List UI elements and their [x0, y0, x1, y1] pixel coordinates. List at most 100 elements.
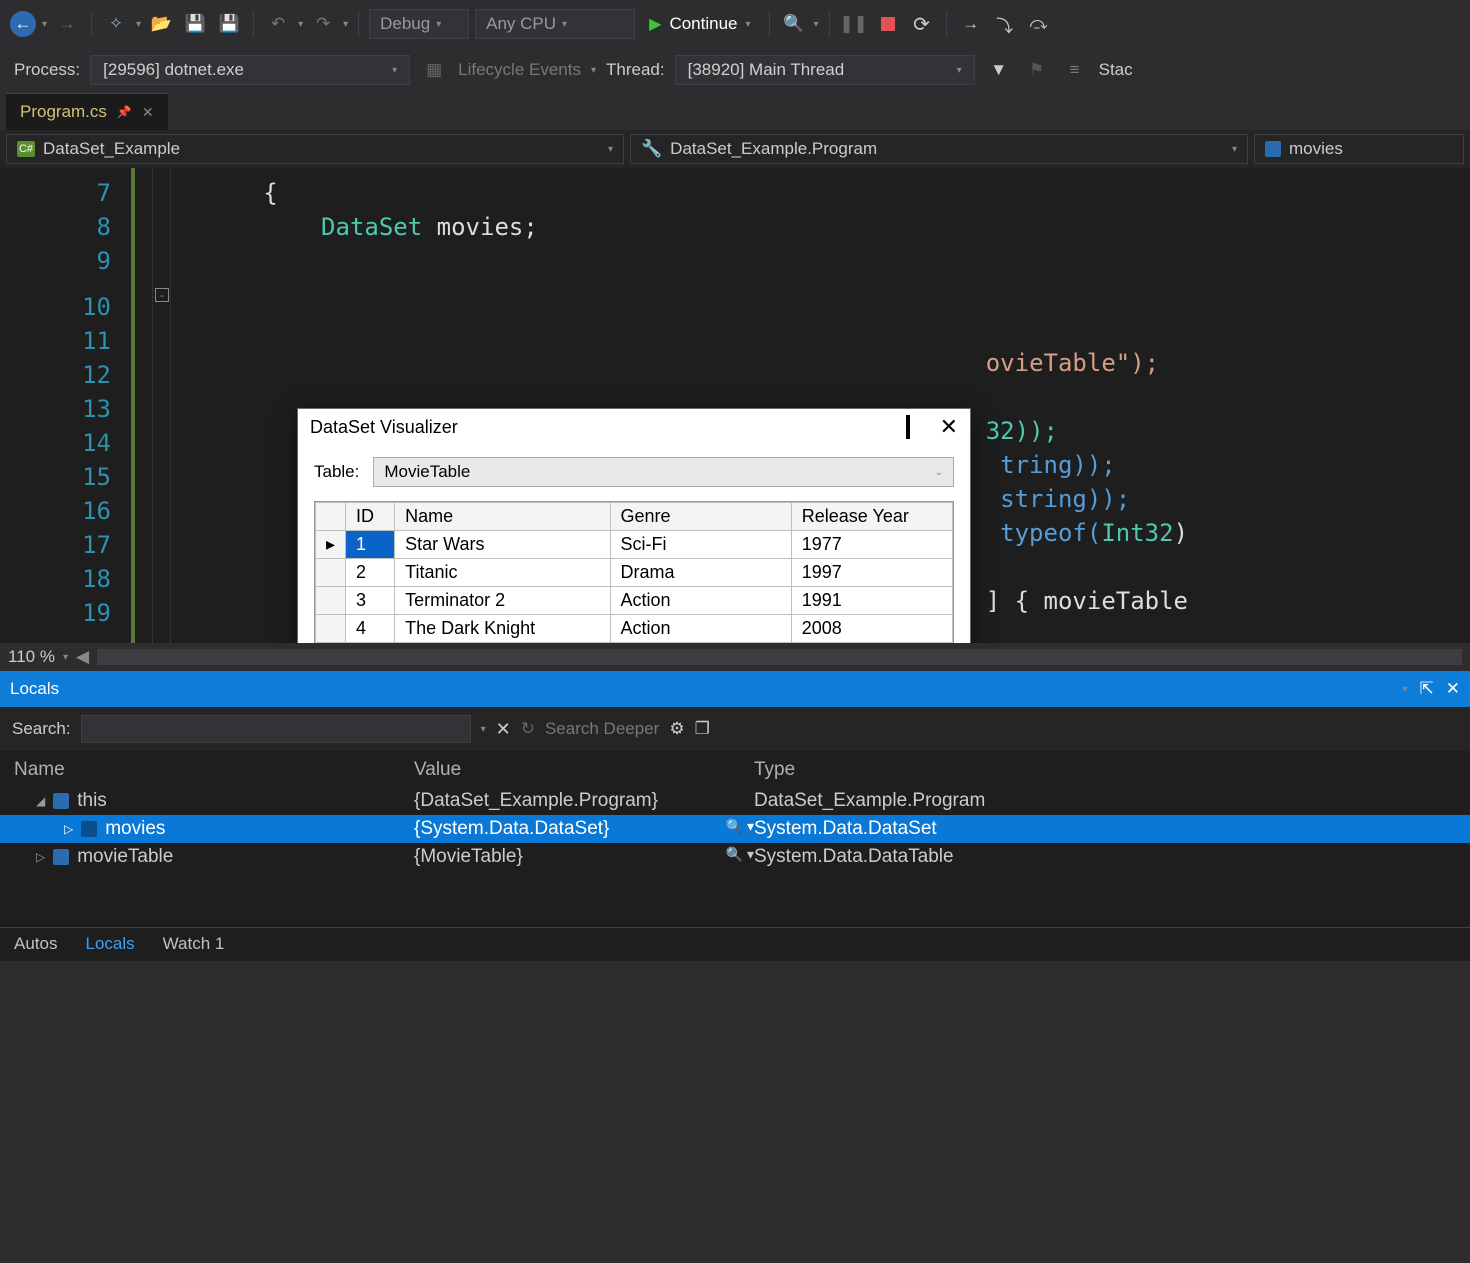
close-icon[interactable]: ✕	[1446, 679, 1460, 699]
file-tab-program[interactable]: Program.cs 📌 ✕	[6, 93, 168, 130]
save-all-icon[interactable]: 💾	[215, 10, 243, 38]
nav-fwd-button[interactable]: →	[53, 10, 81, 38]
expand-icon[interactable]: ▷	[36, 850, 45, 864]
locals-row-this[interactable]: ◢ this {DataSet_Example.Program} DataSet…	[0, 787, 1470, 815]
visualizer-icon[interactable]: 🔍 ▾	[726, 846, 754, 863]
tab-watch1[interactable]: Watch 1	[149, 928, 239, 961]
col-name[interactable]: Name	[14, 759, 414, 781]
find-icon[interactable]: 🔍	[780, 10, 808, 38]
class-dropdown[interactable]: 🔧 DataSet_Example.Program ▾	[630, 134, 1248, 164]
col-type[interactable]: Type	[754, 759, 1456, 781]
locals-search-row: Search: ▾ ✕ ↻ Search Deeper ⚙ ❐	[0, 707, 1470, 751]
chevron-down-icon: ▾	[392, 65, 397, 76]
dropdown-icon[interactable]: ▾	[1402, 684, 1407, 695]
editor-hscroll[interactable]	[97, 649, 1462, 665]
find-dd[interactable]: ▾	[814, 19, 819, 30]
line-gutter: 7 8 9 10 11 12 13 14 15 16 17 18 19	[0, 168, 135, 643]
fold-toggle[interactable]: -	[155, 288, 169, 302]
line-num: 12	[0, 358, 111, 392]
lifecycle-dd[interactable]: ▾	[591, 65, 596, 76]
search-input[interactable]	[81, 715, 471, 743]
table-row[interactable]: ▸ 1 Star Wars Sci-Fi 1977	[316, 531, 953, 559]
fold-margin-2	[153, 168, 171, 643]
copy-icon[interactable]: ❐	[695, 719, 710, 739]
locals-header[interactable]: Locals ▾ ⇱ ✕	[0, 671, 1470, 707]
play-icon: ▶	[649, 14, 661, 34]
table-row[interactable]: 2TitanicDrama1997	[316, 559, 953, 587]
locals-tabs: Autos Locals Watch 1	[0, 927, 1470, 961]
col-header[interactable]: Genre	[610, 503, 791, 531]
namespace-dropdown[interactable]: C# DataSet_Example ▾	[6, 134, 624, 164]
config-dropdown[interactable]: Debug ▾	[369, 9, 469, 39]
close-icon[interactable]: ✕	[142, 104, 154, 121]
fold-margin	[135, 168, 153, 643]
filetab-row: Program.cs 📌 ✕	[0, 92, 1470, 130]
line-num: 14	[0, 426, 111, 460]
separator	[91, 11, 92, 37]
field-icon	[1265, 141, 1281, 157]
pause-icon[interactable]: ❚❚	[840, 10, 868, 38]
search-dd[interactable]: ▾	[481, 724, 486, 735]
table-dropdown[interactable]: MovieTable ⌄	[373, 457, 954, 487]
clear-search-icon[interactable]: ✕	[496, 719, 511, 740]
new-item-dd[interactable]: ▾	[136, 19, 141, 30]
pin-icon[interactable]: ⇱	[1420, 679, 1434, 699]
flag-icon[interactable]: ⚑	[1023, 56, 1051, 84]
redo-dd[interactable]: ▾	[343, 19, 348, 30]
chevron-down-icon: ▾	[608, 144, 613, 155]
process-dropdown[interactable]: [29596] dotnet.exe ▾	[90, 55, 410, 85]
expand-icon[interactable]: ▷	[64, 822, 73, 836]
dataset-visualizer-window: DataSet Visualizer ✕ Table: MovieTable ⌄	[297, 408, 971, 643]
pin-icon[interactable]: 📌	[117, 105, 132, 119]
platform-dropdown[interactable]: Any CPU ▾	[475, 9, 635, 39]
locals-row-movietable[interactable]: ▷ movieTable {MovieTable} 🔍 ▾ System.Dat…	[0, 843, 1470, 871]
zoom-dd[interactable]: ▾	[63, 652, 68, 663]
col-header[interactable]: Name	[395, 503, 610, 531]
table-row[interactable]: 5Shaun of the DeadHorror/Comedy2004	[316, 643, 953, 644]
undo-dd[interactable]: ▾	[298, 19, 303, 30]
scroll-left-icon[interactable]: ◀	[76, 647, 89, 667]
visualizer-icon[interactable]: 🔍 ▾	[726, 818, 754, 835]
continue-label: Continue	[669, 14, 737, 34]
table-row[interactable]: 4The Dark KnightAction2008	[316, 615, 953, 643]
zoom-label[interactable]: 110 %	[8, 647, 55, 667]
restart-icon[interactable]: ⟳	[908, 10, 936, 38]
tab-locals[interactable]: Locals	[71, 928, 148, 961]
data-grid[interactable]: ID Name Genre Release Year ▸ 1 Star Wars…	[314, 501, 954, 643]
step-into-icon[interactable]: ⤵	[991, 10, 1019, 38]
col-value[interactable]: Value	[414, 759, 754, 781]
table-row[interactable]: 3Terminator 2Action1991	[316, 587, 953, 615]
show-next-icon[interactable]: →	[957, 10, 985, 38]
close-button[interactable]: ✕	[940, 420, 958, 434]
tab-autos[interactable]: Autos	[0, 928, 71, 961]
maximize-button[interactable]	[906, 417, 910, 438]
expand-icon[interactable]: ◢	[36, 794, 45, 808]
col-header[interactable]: ID	[346, 503, 395, 531]
line-num: 8	[0, 210, 111, 244]
continue-button[interactable]: ▶ Continue ▾	[641, 9, 758, 39]
filter-icon[interactable]: ▼	[985, 56, 1013, 84]
stop-button[interactable]	[874, 10, 902, 38]
visualizer-titlebar[interactable]: DataSet Visualizer ✕	[298, 409, 970, 445]
chevron-down-icon: ▾	[957, 65, 962, 76]
member-label: movies	[1289, 139, 1343, 159]
nav-back-button[interactable]: ←	[10, 11, 36, 37]
code-navbar: C# DataSet_Example ▾ 🔧 DataSet_Example.P…	[0, 130, 1470, 168]
zoom-bar: 110 % ▾ ◀	[0, 643, 1470, 671]
new-item-icon[interactable]: ✧	[102, 10, 130, 38]
locals-row-movies[interactable]: ▷ movies {System.Data.DataSet} 🔍 ▾ Syste…	[0, 815, 1470, 843]
undo-icon[interactable]: ↶	[264, 10, 292, 38]
save-icon[interactable]: 💾	[181, 10, 209, 38]
nav-back-dd[interactable]: ▾	[42, 19, 47, 30]
locals-body: Name Value Type ◢ this {DataSet_Example.…	[0, 751, 1470, 961]
stacktrace-icon[interactable]: ≡	[1061, 56, 1089, 84]
step-over-icon[interactable]: ⤼	[1025, 10, 1053, 38]
redo-icon[interactable]: ↷	[309, 10, 337, 38]
chevron-down-icon: ⌄	[935, 467, 943, 478]
open-folder-icon[interactable]: 📂	[147, 10, 175, 38]
member-dropdown[interactable]: movies	[1254, 134, 1464, 164]
process-value: [29596] dotnet.exe	[103, 60, 244, 80]
settings-icon[interactable]: ⚙	[669, 719, 684, 739]
thread-dropdown[interactable]: [38920] Main Thread ▾	[675, 55, 975, 85]
col-header[interactable]: Release Year	[791, 503, 952, 531]
